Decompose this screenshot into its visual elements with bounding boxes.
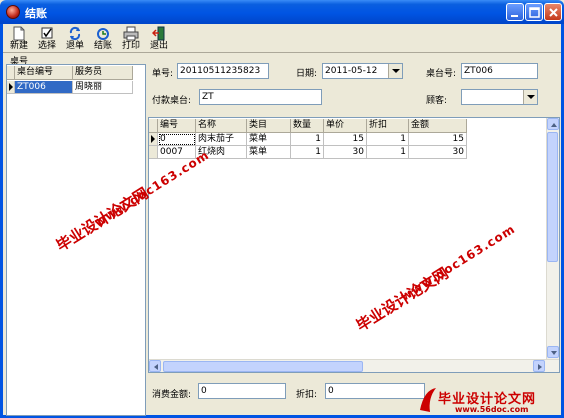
grid-cell-qty[interactable]: 1 [291, 146, 324, 159]
row-pointer-icon [151, 135, 155, 143]
grid-cell-price[interactable]: 30 [324, 146, 367, 159]
watermark-logo-icon [420, 388, 436, 412]
row-pointer-icon [9, 83, 13, 91]
column-header-price[interactable]: 单价 [324, 119, 367, 133]
grid-cell-discount[interactable]: 1 [367, 146, 409, 159]
date-picker[interactable]: 2011-05-12 [322, 63, 403, 79]
column-header-id[interactable]: 编号 [158, 119, 196, 133]
printer-icon [123, 26, 139, 41]
scroll-right-button[interactable] [533, 360, 545, 372]
date-dropdown-button[interactable] [388, 64, 402, 78]
grid-corner [149, 119, 158, 133]
chevron-up-icon [551, 123, 557, 127]
grid-cell-discount[interactable]: 1 [367, 133, 409, 146]
date-label: 日期: [296, 69, 318, 79]
close-icon [549, 8, 558, 17]
maximize-icon [529, 7, 540, 18]
grid-cell-amount[interactable]: 30 [409, 146, 467, 159]
column-header-amount[interactable]: 金额 [409, 119, 467, 133]
watermark-logo-url: www.56doc.com [455, 405, 529, 414]
toolbar: 新建 选择 退单 结账 打印 退出 [3, 24, 561, 53]
table-no-label: 桌台号: [426, 69, 457, 79]
column-header-table-no[interactable]: 桌台编号 [15, 66, 73, 80]
grid-cell-price[interactable]: 15 [324, 133, 367, 146]
chevron-down-icon [392, 69, 400, 73]
order-no-field[interactable]: 20110511235823 [177, 63, 269, 79]
close-button[interactable] [544, 3, 562, 21]
table-row-waiter[interactable]: 周晓丽 [73, 81, 133, 94]
grid-cell-category[interactable]: 菜单 [247, 133, 291, 146]
maximize-button[interactable] [525, 3, 543, 21]
horizontal-scroll-thumb[interactable] [163, 361, 363, 372]
consume-amount-label: 消费金额: [152, 390, 192, 400]
chevron-right-icon [538, 364, 542, 370]
minimize-button[interactable] [506, 3, 524, 21]
window-title: 结账 [25, 7, 47, 20]
customer-label: 顾客: [426, 96, 448, 106]
consume-amount-field[interactable]: 0 [198, 383, 286, 399]
chevron-left-icon [154, 364, 158, 370]
grid-cell-id[interactable]: 0 [158, 133, 196, 146]
exit-icon [152, 26, 165, 41]
row-selector[interactable] [7, 81, 15, 94]
column-header-name[interactable]: 名称 [196, 119, 247, 133]
grid-cell-name[interactable]: 肉末茄子 [196, 133, 247, 146]
table-no-field[interactable]: ZT006 [461, 63, 538, 79]
customer-dropdown-button[interactable] [523, 90, 537, 104]
date-value: 2011-05-12 [325, 66, 378, 76]
exit-button[interactable]: 退出 [143, 25, 175, 53]
order-no-label: 单号: [152, 69, 174, 79]
refresh-icon [69, 26, 81, 41]
new-doc-icon [13, 26, 25, 41]
discount-label: 折扣: [296, 390, 318, 400]
scroll-down-button[interactable] [547, 346, 559, 358]
app-icon[interactable] [6, 5, 20, 19]
vertical-scrollbar[interactable] [546, 118, 559, 360]
title-bar[interactable]: 结账 [0, 0, 564, 24]
chevron-down-icon [527, 95, 535, 99]
scroll-left-button[interactable] [149, 360, 161, 372]
row-selector[interactable] [149, 133, 158, 146]
pay-table-label: 付款桌台: [152, 96, 192, 106]
column-header-category[interactable]: 类目 [247, 119, 291, 133]
checkbox-icon [41, 27, 53, 39]
chevron-down-icon [551, 351, 557, 355]
discount-field[interactable]: 0 [325, 383, 425, 399]
scroll-up-button[interactable] [547, 118, 559, 130]
grid-cell-category[interactable]: 菜单 [247, 146, 291, 159]
grid-cell-qty[interactable]: 1 [291, 133, 324, 146]
minimize-icon [511, 15, 518, 17]
pay-table-field[interactable]: ZT [199, 89, 322, 105]
column-header-qty[interactable]: 数量 [291, 119, 324, 133]
grid-cell-amount[interactable]: 15 [409, 133, 467, 146]
customer-select[interactable] [461, 89, 538, 105]
row-header-corner [7, 66, 15, 80]
row-selector[interactable] [149, 146, 158, 159]
vertical-scroll-thumb[interactable] [547, 132, 558, 262]
checkout-icon [97, 28, 109, 40]
column-header-discount[interactable]: 折扣 [367, 119, 409, 133]
table-row-table-no[interactable]: ZT006 [15, 81, 73, 94]
column-header-waiter[interactable]: 服务员 [73, 66, 133, 80]
horizontal-scrollbar[interactable] [149, 359, 559, 372]
